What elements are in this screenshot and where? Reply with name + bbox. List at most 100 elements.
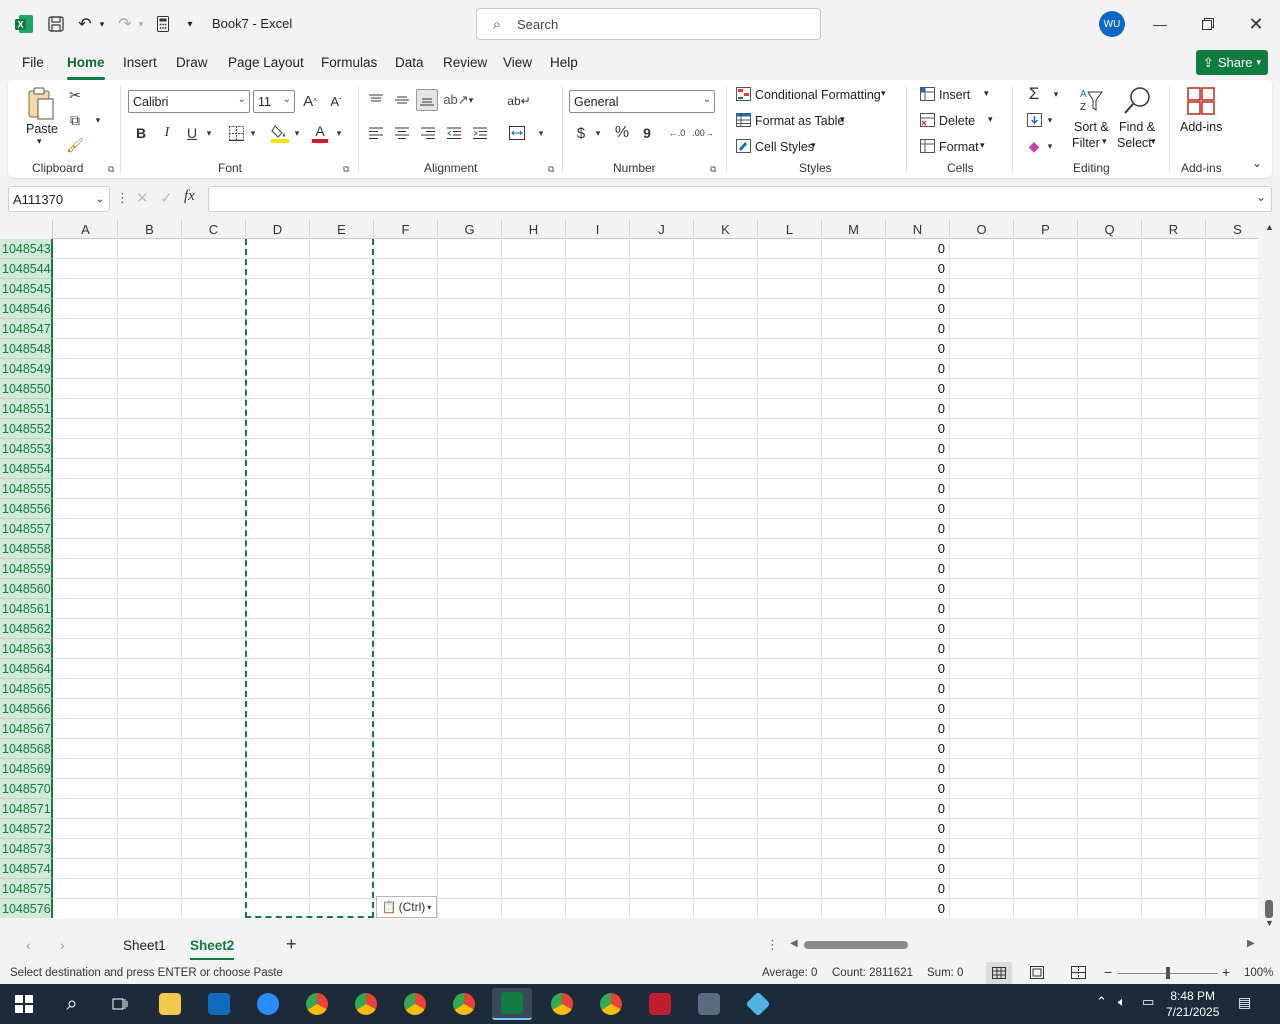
column-header-h[interactable]: H bbox=[502, 220, 566, 239]
tab-data[interactable]: Data bbox=[395, 55, 424, 70]
decrease-font-icon[interactable]: Aˇ bbox=[326, 91, 346, 111]
row-header[interactable]: 1048570 bbox=[0, 779, 53, 799]
font-name-select[interactable]: Calibri ⌄ bbox=[128, 90, 250, 113]
cell-f[interactable] bbox=[374, 319, 438, 339]
cell-g[interactable] bbox=[438, 659, 502, 679]
cell-a[interactable] bbox=[54, 699, 118, 719]
row-header[interactable]: 1048575 bbox=[0, 879, 53, 899]
row-header[interactable]: 1048547 bbox=[0, 319, 53, 339]
cell-p[interactable] bbox=[1014, 239, 1078, 259]
column-header-m[interactable]: M bbox=[822, 220, 886, 239]
cell-s[interactable] bbox=[1206, 699, 1258, 719]
cell-m[interactable] bbox=[822, 659, 886, 679]
cell-g[interactable] bbox=[438, 299, 502, 319]
cell-j[interactable] bbox=[630, 499, 694, 519]
cell-b[interactable] bbox=[118, 239, 182, 259]
cell-s[interactable] bbox=[1206, 579, 1258, 599]
cell-l[interactable] bbox=[758, 739, 822, 759]
cell-o[interactable] bbox=[950, 679, 1014, 699]
cell-r[interactable] bbox=[1142, 899, 1206, 918]
cell-o[interactable] bbox=[950, 539, 1014, 559]
cell-c[interactable] bbox=[182, 279, 246, 299]
cell-o[interactable] bbox=[950, 259, 1014, 279]
column-header-q[interactable]: Q bbox=[1078, 220, 1142, 239]
cell-i[interactable] bbox=[566, 299, 630, 319]
cell-r[interactable] bbox=[1142, 359, 1206, 379]
cell-p[interactable] bbox=[1014, 259, 1078, 279]
cell-m[interactable] bbox=[822, 619, 886, 639]
taskbar-clock[interactable]: 8:48 PM 7/21/2025 bbox=[1166, 988, 1219, 1020]
cell-c[interactable] bbox=[182, 559, 246, 579]
cell-f[interactable] bbox=[374, 479, 438, 499]
cell-q[interactable] bbox=[1078, 699, 1142, 719]
cell-k[interactable] bbox=[694, 859, 758, 879]
cell-l[interactable] bbox=[758, 539, 822, 559]
redo-dropdown-icon[interactable]: ▾ bbox=[135, 0, 147, 48]
cell-c[interactable] bbox=[182, 539, 246, 559]
cell-m[interactable] bbox=[822, 759, 886, 779]
cell-h[interactable] bbox=[502, 859, 566, 879]
cell-l[interactable] bbox=[758, 639, 822, 659]
cell-s[interactable] bbox=[1206, 379, 1258, 399]
cell-r[interactable] bbox=[1142, 839, 1206, 859]
cell-l[interactable] bbox=[758, 319, 822, 339]
cell-b[interactable] bbox=[118, 679, 182, 699]
cell-o[interactable] bbox=[950, 279, 1014, 299]
cell-h[interactable] bbox=[502, 239, 566, 259]
cell-g[interactable] bbox=[438, 559, 502, 579]
cell-c[interactable] bbox=[182, 739, 246, 759]
cell-o[interactable] bbox=[950, 599, 1014, 619]
row-header[interactable]: 1048568 bbox=[0, 739, 53, 759]
paste-button[interactable]: Paste bbox=[26, 122, 58, 136]
chevron-down-icon[interactable]: ▾ bbox=[984, 88, 989, 99]
calculator-icon[interactable] bbox=[152, 0, 174, 48]
cell-m[interactable] bbox=[822, 239, 886, 259]
comma-button[interactable]: 9 bbox=[638, 123, 656, 143]
cell-g[interactable] bbox=[438, 899, 502, 918]
cell-s[interactable] bbox=[1206, 479, 1258, 499]
row-header[interactable]: 1048558 bbox=[0, 539, 53, 559]
cell-r[interactable] bbox=[1142, 259, 1206, 279]
cell-h[interactable] bbox=[502, 659, 566, 679]
cell-s[interactable] bbox=[1206, 899, 1258, 918]
cell-o[interactable] bbox=[950, 439, 1014, 459]
next-sheet-icon[interactable]: › bbox=[60, 937, 65, 953]
row-header[interactable]: 1048557 bbox=[0, 519, 53, 539]
chevron-down-icon[interactable]: ▾ bbox=[988, 114, 993, 125]
cell-k[interactable] bbox=[694, 519, 758, 539]
cell-c[interactable] bbox=[182, 759, 246, 779]
cell-h[interactable] bbox=[502, 739, 566, 759]
cell-f[interactable] bbox=[374, 679, 438, 699]
cell-l[interactable] bbox=[758, 379, 822, 399]
cell-i[interactable] bbox=[566, 659, 630, 679]
cell-g[interactable] bbox=[438, 599, 502, 619]
cell-a[interactable] bbox=[54, 439, 118, 459]
cell-a[interactable] bbox=[54, 579, 118, 599]
chrome-profile-icon[interactable] bbox=[591, 988, 631, 1020]
cell-styles-button[interactable]: Cell Styles bbox=[755, 140, 814, 154]
cell-s[interactable] bbox=[1206, 839, 1258, 859]
taskbar-search-icon[interactable]: ⌕ bbox=[52, 988, 92, 1020]
cell-c[interactable] bbox=[182, 259, 246, 279]
cell-i[interactable] bbox=[566, 619, 630, 639]
cell-s[interactable] bbox=[1206, 319, 1258, 339]
underline-button[interactable]: U bbox=[183, 123, 201, 143]
cell-f[interactable] bbox=[374, 239, 438, 259]
cell-h[interactable] bbox=[502, 399, 566, 419]
cell-k[interactable] bbox=[694, 719, 758, 739]
vertical-scrollbar[interactable]: ▲ ▼ bbox=[1260, 220, 1280, 930]
cell-n[interactable]: 0 bbox=[886, 719, 950, 739]
column-header-d[interactable]: D bbox=[246, 220, 310, 239]
tab-formulas[interactable]: Formulas bbox=[321, 55, 377, 70]
cell-a[interactable] bbox=[54, 759, 118, 779]
column-header-i[interactable]: I bbox=[566, 220, 630, 239]
add-ins-button[interactable]: Add-ins bbox=[1180, 120, 1222, 134]
cell-i[interactable] bbox=[566, 899, 630, 918]
cell-i[interactable] bbox=[566, 539, 630, 559]
cell-l[interactable] bbox=[758, 299, 822, 319]
cell-l[interactable] bbox=[758, 599, 822, 619]
cell-b[interactable] bbox=[118, 699, 182, 719]
cell-o[interactable] bbox=[950, 619, 1014, 639]
cell-o[interactable] bbox=[950, 779, 1014, 799]
cell-f[interactable] bbox=[374, 299, 438, 319]
